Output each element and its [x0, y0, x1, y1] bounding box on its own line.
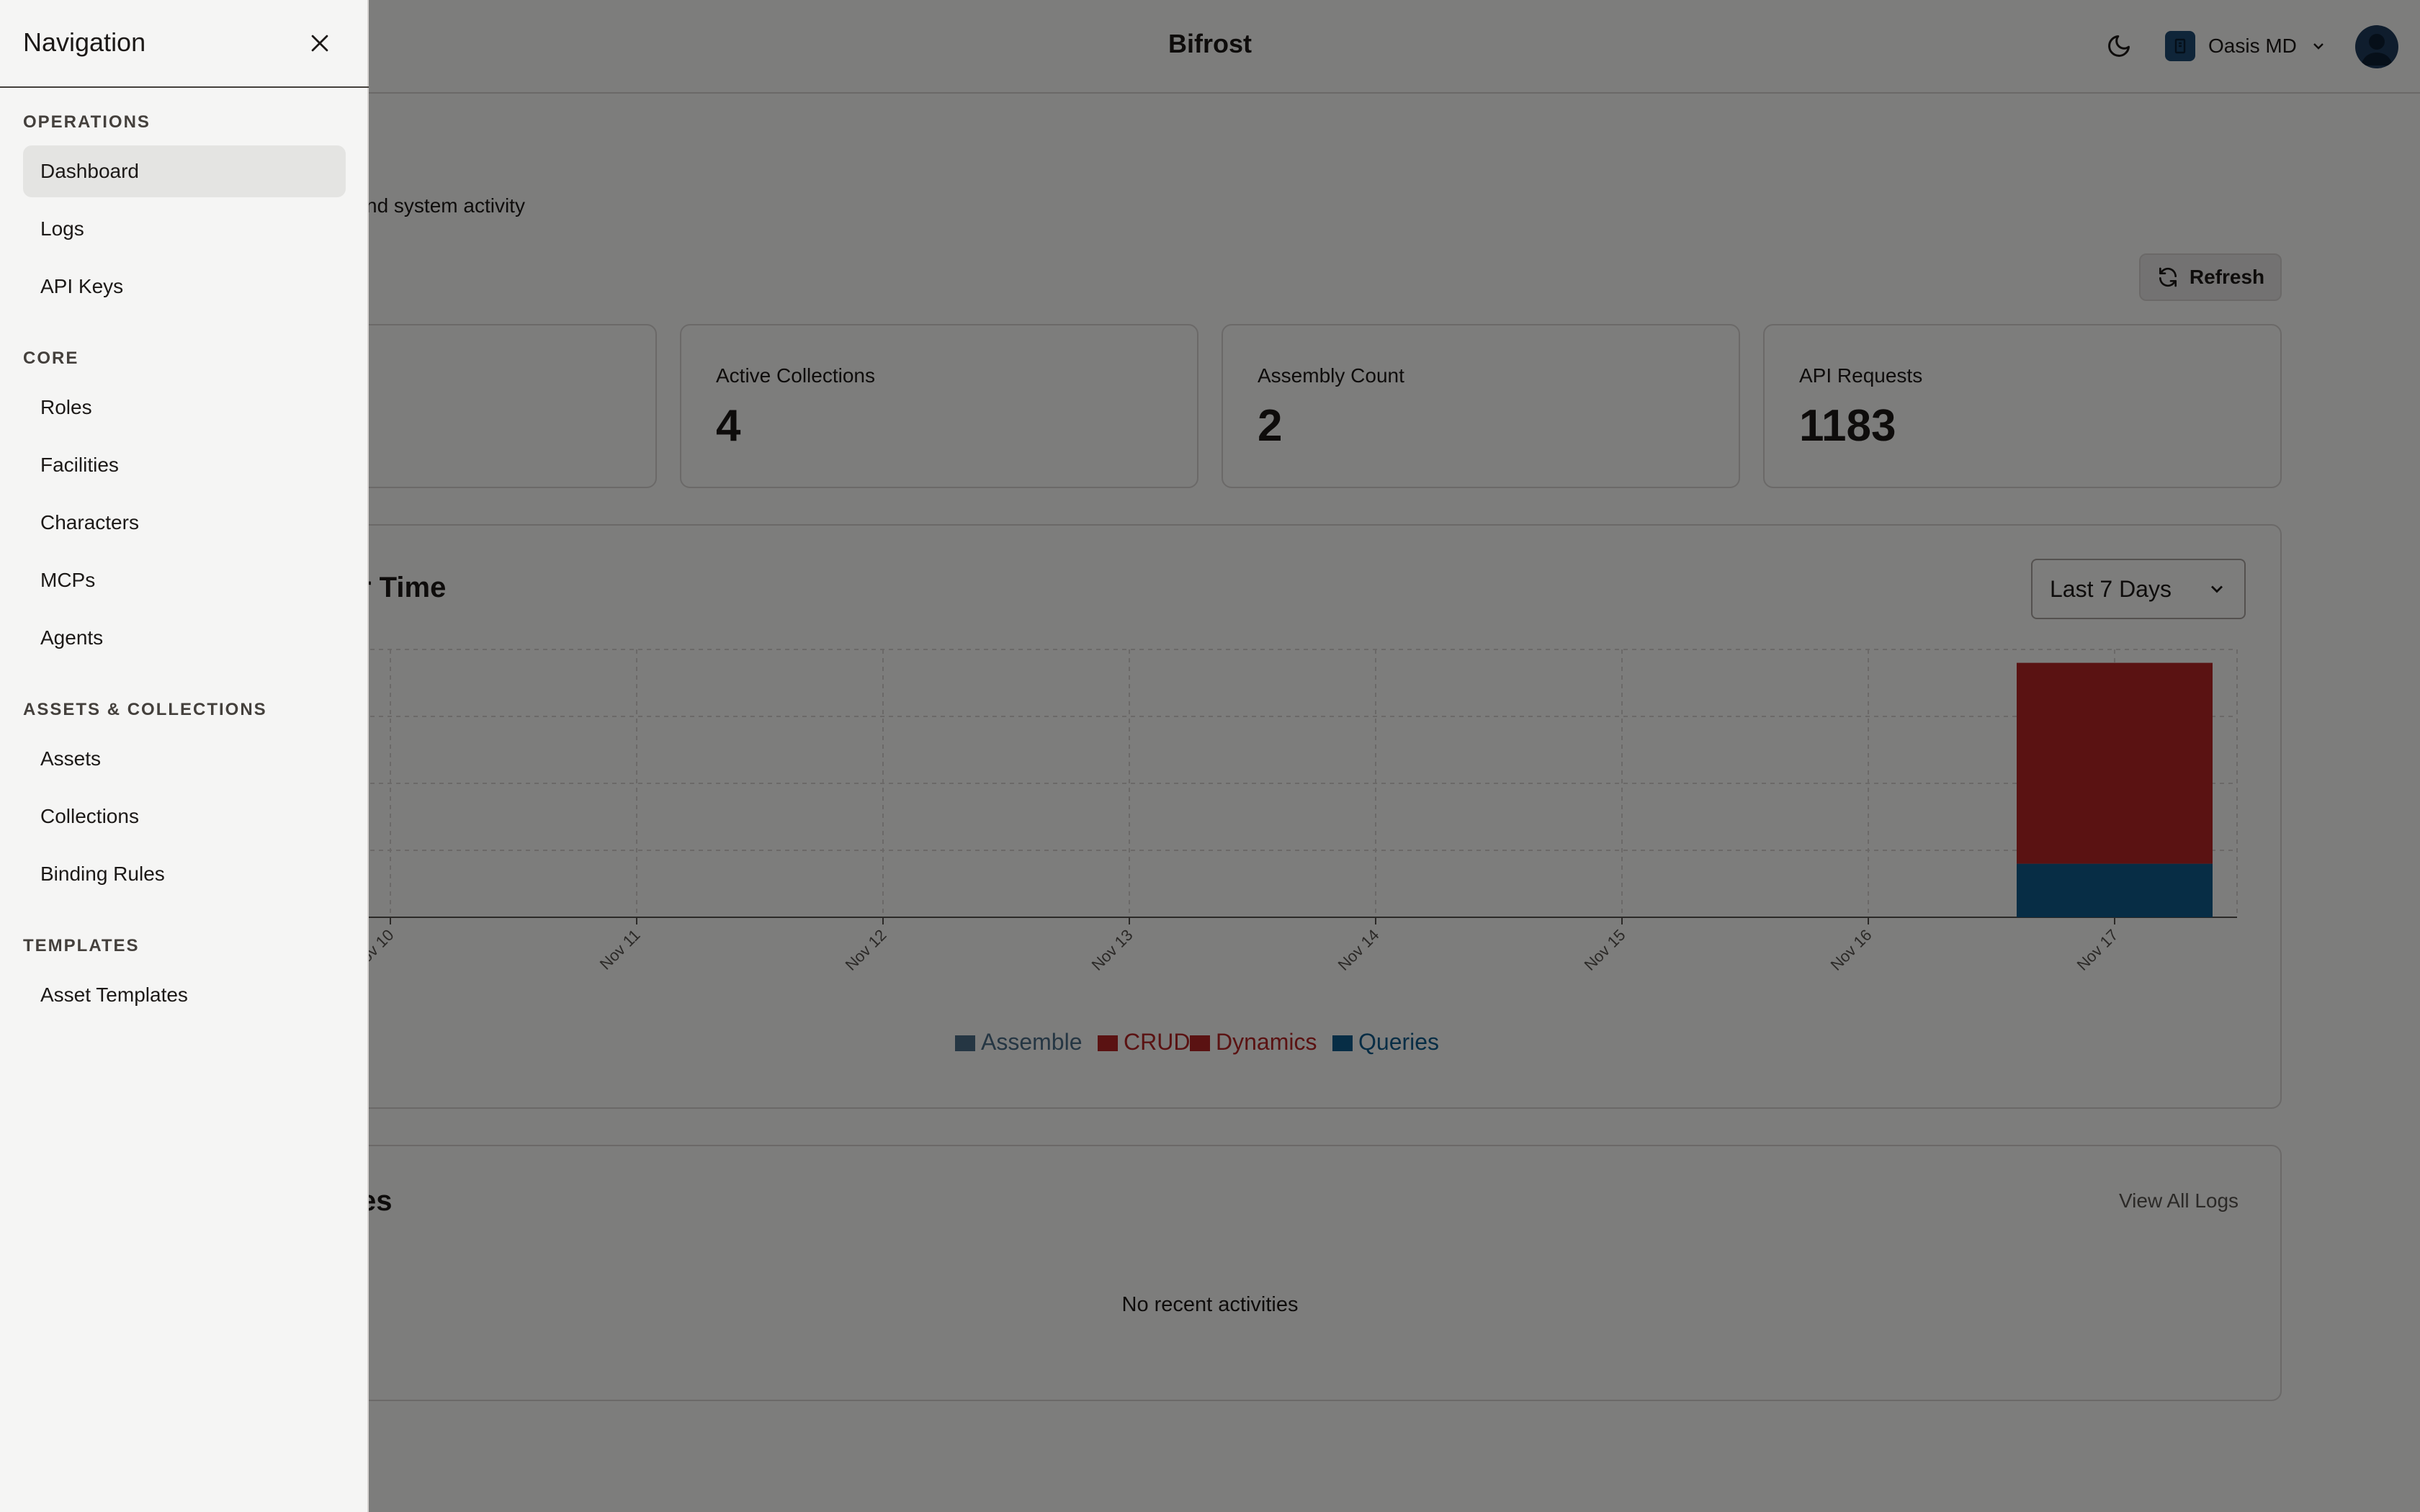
nav-section-assets-collections: Assets & Collections [23, 700, 267, 719]
nav-item-binding-rules[interactable]: Binding Rules [23, 848, 346, 900]
nav-section-templates: Templates [23, 936, 140, 955]
navigation-drawer: Navigation Operations Dashboard Logs API… [0, 0, 369, 1512]
close-button[interactable] [302, 26, 337, 60]
nav-item-roles[interactable]: Roles [23, 382, 346, 433]
drawer-title: Navigation [23, 27, 146, 57]
nav-item-logs[interactable]: Logs [23, 203, 346, 255]
nav-item-asset-templates[interactable]: Asset Templates [23, 969, 346, 1021]
drawer-header: Navigation [0, 0, 369, 88]
nav-item-mcps[interactable]: MCPs [23, 554, 346, 606]
nav-item-api-keys[interactable]: API Keys [23, 261, 346, 312]
nav-item-collections[interactable]: Collections [23, 791, 346, 842]
nav-item-characters[interactable]: Characters [23, 497, 346, 549]
nav-section-operations: Operations [23, 112, 151, 132]
close-icon [311, 35, 328, 52]
nav-item-agents[interactable]: Agents [23, 612, 346, 664]
nav-item-assets[interactable]: Assets [23, 733, 346, 785]
nav-section-core: Core [23, 348, 79, 368]
nav-item-dashboard[interactable]: Dashboard [23, 145, 346, 197]
nav-item-facilities[interactable]: Facilities [23, 439, 346, 491]
